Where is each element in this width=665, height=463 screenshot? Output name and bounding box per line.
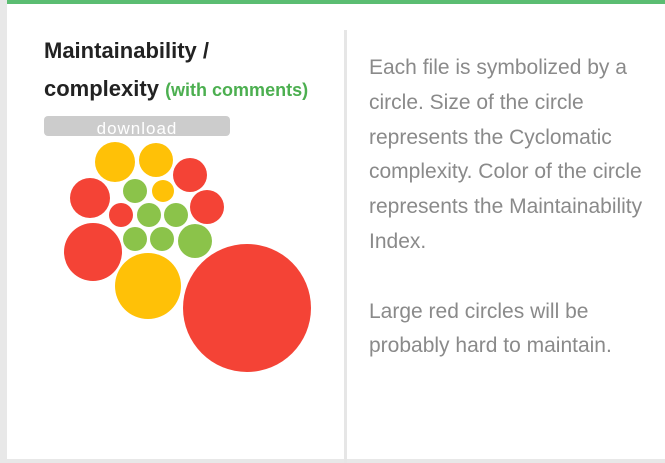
maintainability-card: Maintainability / complexity (with comme…: [7, 0, 665, 463]
title-suffix: (with comments): [165, 80, 309, 100]
download-button[interactable]: download: [44, 116, 230, 136]
vertical-divider: [344, 30, 347, 463]
panel-title: Maintainability / complexity (with comme…: [44, 32, 344, 109]
description: Each file is symbolized by a circle. Siz…: [369, 51, 649, 364]
description-paragraph-1: Each file is symbolized by a circle. Siz…: [369, 56, 643, 253]
title-line-1: Maintainability /: [44, 38, 210, 63]
description-paragraph-2: Large red circles will be probably hard …: [369, 299, 612, 358]
title-line-2: complexity: [44, 76, 159, 101]
